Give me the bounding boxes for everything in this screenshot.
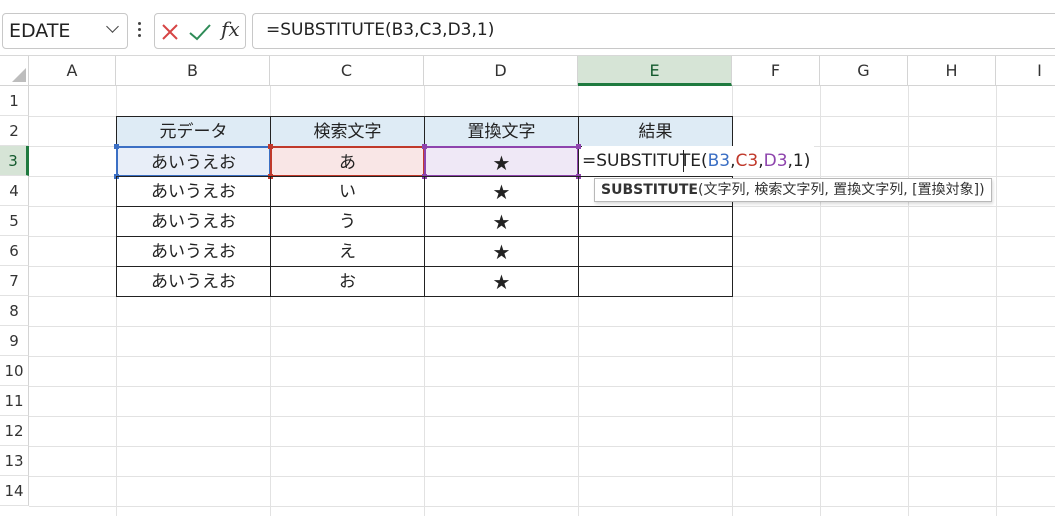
cell-c7[interactable]: お xyxy=(270,266,425,297)
cell-edit-text[interactable]: =SUBSTITUTE(B3,C3,D3,1) xyxy=(582,146,815,176)
name-box-value: EDATE xyxy=(9,20,71,42)
more-options-icon[interactable] xyxy=(138,22,142,42)
row-header-2[interactable]: 2 xyxy=(0,116,29,146)
column-header-e[interactable]: E xyxy=(578,56,732,86)
formula-text: =SUBSTITUTE(B3,C3,D3,1) xyxy=(266,20,495,40)
function-tooltip[interactable]: SUBSTITUTE(文字列, 検索文字列, 置換文字列, [置換対象]) xyxy=(594,178,992,202)
column-header-c[interactable]: C xyxy=(270,56,424,86)
row-header-11[interactable]: 11 xyxy=(0,386,29,416)
tooltip-arguments: (文字列, 検索文字列, 置換文字列, [置換対象]) xyxy=(698,182,985,198)
edit-ref-b3: B3 xyxy=(707,151,731,171)
row-header-8[interactable]: 8 xyxy=(0,296,29,326)
grid-line xyxy=(29,356,1055,357)
cell-b6[interactable]: あいうえお xyxy=(116,236,271,267)
grid-line xyxy=(29,326,1055,327)
cell-d4[interactable]: ★ xyxy=(424,176,579,207)
table-header-source[interactable]: 元データ xyxy=(116,116,271,147)
row-header-13[interactable]: 13 xyxy=(0,446,29,476)
cell-c6[interactable]: え xyxy=(270,236,425,267)
grid-line xyxy=(29,416,1055,417)
grid-line xyxy=(820,86,821,516)
cell-e5[interactable] xyxy=(578,206,733,237)
edit-suffix: ,1) xyxy=(787,151,811,171)
row-header-5[interactable]: 5 xyxy=(0,206,29,236)
column-header-a[interactable]: A xyxy=(29,56,116,86)
selection-handle[interactable] xyxy=(114,144,119,149)
cell-b3[interactable]: あいうえお xyxy=(116,146,271,177)
edit-prefix: =SUBSTITUTE( xyxy=(582,151,708,171)
row-header-1[interactable]: 1 xyxy=(0,86,29,116)
cell-c5[interactable]: う xyxy=(270,206,425,237)
grid-line xyxy=(908,86,909,516)
table-header-result[interactable]: 結果 xyxy=(578,116,733,147)
cancel-icon[interactable] xyxy=(160,22,180,42)
cell-d6[interactable]: ★ xyxy=(424,236,579,267)
table-header-search[interactable]: 検索文字 xyxy=(270,116,425,147)
row-header-4[interactable]: 4 xyxy=(0,176,29,206)
tooltip-function-name[interactable]: SUBSTITUTE xyxy=(601,182,698,198)
edit-ref-c3: C3 xyxy=(735,151,759,171)
cell-b7[interactable]: あいうえお xyxy=(116,266,271,297)
column-header-f[interactable]: F xyxy=(732,56,820,86)
cell-d5[interactable]: ★ xyxy=(424,206,579,237)
column-header-h[interactable]: H xyxy=(908,56,996,86)
selection-handle[interactable] xyxy=(576,144,581,149)
column-header-b[interactable]: B xyxy=(116,56,270,86)
cell-d3[interactable]: ★ xyxy=(424,146,579,177)
row-header-14[interactable]: 14 xyxy=(0,476,29,506)
text-cursor xyxy=(683,150,684,172)
grid-line xyxy=(996,86,997,516)
row-header-7[interactable]: 7 xyxy=(0,266,29,296)
table-header-replace[interactable]: 置換文字 xyxy=(424,116,579,147)
cell-e7[interactable] xyxy=(578,266,733,297)
grid-line xyxy=(29,386,1055,387)
enter-icon[interactable] xyxy=(188,22,212,42)
row-header-6[interactable]: 6 xyxy=(0,236,29,266)
column-header-i[interactable]: I xyxy=(996,56,1055,86)
cell-b4[interactable]: あいうえお xyxy=(116,176,271,207)
column-header-d[interactable]: D xyxy=(424,56,578,86)
column-header-g[interactable]: G xyxy=(820,56,908,86)
grid-line xyxy=(29,476,1055,477)
cell-e6[interactable] xyxy=(578,236,733,267)
row-header-9[interactable]: 9 xyxy=(0,326,29,356)
selection-handle[interactable] xyxy=(268,144,273,149)
select-all-corner[interactable] xyxy=(0,56,29,86)
function-icon[interactable]: fx xyxy=(221,17,240,41)
row-header-10[interactable]: 10 xyxy=(0,356,29,386)
cell-b5[interactable]: あいうえお xyxy=(116,206,271,237)
grid-line xyxy=(29,446,1055,447)
cell-d7[interactable]: ★ xyxy=(424,266,579,297)
selection-handle[interactable] xyxy=(422,144,427,149)
row-header-3[interactable]: 3 xyxy=(0,146,29,176)
grid-line xyxy=(29,506,1055,507)
cell-c3[interactable]: あ xyxy=(270,146,425,177)
edit-ref-d3: D3 xyxy=(763,151,788,171)
row-header-12[interactable]: 12 xyxy=(0,416,29,446)
cell-c4[interactable]: い xyxy=(270,176,425,207)
